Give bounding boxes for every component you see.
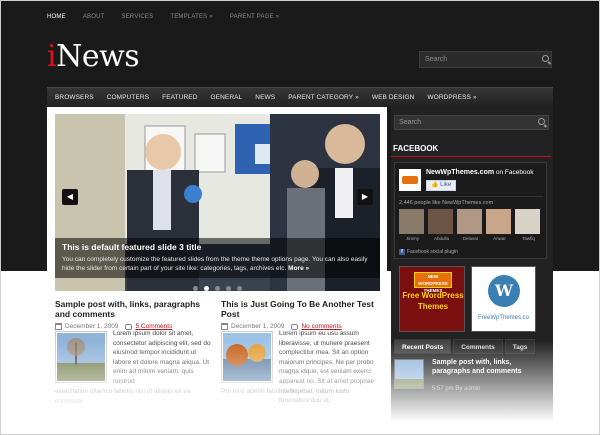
dropdown-arrow-icon: » bbox=[355, 94, 359, 101]
post-excerpt-continued: Pro hinc aperiri fabulas ut. bbox=[221, 388, 297, 395]
post-thumbnail[interactable] bbox=[221, 331, 273, 383]
search-placeholder: Search bbox=[425, 56, 448, 63]
slide-more-link[interactable]: More » bbox=[288, 265, 309, 272]
top-menu-item-templates[interactable]: TEMPLATES» bbox=[170, 9, 213, 25]
avatar bbox=[486, 209, 511, 234]
post-excerpt: Lorem ipsum dolor sit amet, consectetur … bbox=[113, 330, 211, 385]
post-date: December 1, 2009 bbox=[65, 323, 119, 330]
tab-tags[interactable]: Tags bbox=[504, 339, 536, 354]
header-search-input[interactable]: Search bbox=[419, 51, 552, 68]
facebook-page-name[interactable]: NewWpThemes.com on Facebook bbox=[426, 169, 533, 176]
site-logo[interactable]: iNews bbox=[47, 39, 140, 75]
facebook-fan[interactable]: Delavar bbox=[457, 209, 484, 241]
ad-banner-free-wordpress-themes[interactable]: NEW WORDPRESS THEMES Free WordPress Them… bbox=[399, 266, 465, 332]
widget-title-facebook: FACEBOOK bbox=[393, 144, 439, 153]
category-nav: BROWSERS COMPUTERS FEATURED GENERAL NEWS… bbox=[47, 87, 553, 107]
slider-dot[interactable] bbox=[215, 286, 220, 291]
facebook-icon: f bbox=[399, 249, 405, 255]
tab-comments[interactable]: Comments bbox=[453, 339, 503, 354]
facebook-fan[interactable]: Jimmy bbox=[399, 209, 426, 241]
facebook-fan[interactable]: Tawfiq bbox=[515, 209, 542, 241]
tab-recent-posts[interactable]: Recent Posts bbox=[394, 339, 452, 354]
ad-banner-freewpthemes[interactable]: W FreeWpThemes.co bbox=[471, 266, 536, 332]
nav-item-general[interactable]: GENERAL bbox=[211, 94, 243, 101]
logo-first-letter: i bbox=[47, 39, 57, 74]
ad-badge: NEW WORDPRESS THEMES bbox=[414, 272, 452, 293]
recent-post-thumbnail[interactable] bbox=[394, 359, 424, 389]
slide-description: You can completely customize the feature… bbox=[62, 256, 368, 272]
slider-dot[interactable] bbox=[237, 286, 242, 291]
featured-slider[interactable]: ◀ ▶ This is default featured slide 3 tit… bbox=[55, 114, 380, 291]
chevron-right-icon: ▶ bbox=[361, 192, 369, 201]
facebook-like-box: NewWpThemes.com on Facebook 👍 Like 2,446… bbox=[394, 162, 547, 259]
ad-line-2: Themes bbox=[417, 302, 449, 311]
sidebar: Search FACEBOOK NewWpThemes.com on Faceb… bbox=[391, 107, 553, 434]
top-menu-item-about[interactable]: ABOUT bbox=[83, 9, 105, 25]
dropdown-arrow-icon: » bbox=[209, 14, 213, 20]
avatar bbox=[457, 209, 482, 234]
search-icon[interactable] bbox=[538, 118, 545, 125]
post-title[interactable]: Sample post with, links, paragraphs and … bbox=[55, 299, 213, 319]
main-content: ◀ ▶ This is default featured slide 3 tit… bbox=[47, 107, 387, 434]
chevron-left-icon: ◀ bbox=[66, 192, 74, 201]
top-menu: HOME ABOUT SERVICES TEMPLATES» PARENT PA… bbox=[47, 9, 296, 25]
avatar bbox=[515, 209, 540, 234]
post-title[interactable]: This is Just Going To Be Another Test Po… bbox=[221, 299, 379, 319]
post-excerpt-continued: exercitation ullamco laboris nisi ut ali… bbox=[55, 388, 191, 405]
calendar-icon bbox=[55, 323, 62, 330]
facebook-plugin-label: f Facebook social plugin bbox=[399, 249, 458, 255]
nav-item-news[interactable]: NEWS bbox=[255, 94, 275, 101]
post-thumbnail[interactable] bbox=[55, 331, 107, 383]
recent-post-meta: 5:57 pm By admin bbox=[432, 386, 481, 392]
slider-dot[interactable] bbox=[193, 286, 198, 291]
search-placeholder: Search bbox=[399, 119, 422, 126]
dropdown-arrow-icon: » bbox=[275, 14, 280, 20]
ad-line-1: Free WordPress bbox=[402, 291, 464, 300]
widget-title-rule bbox=[391, 156, 551, 157]
sidebar-tabs: Recent Posts Comments Tags bbox=[394, 339, 549, 354]
post-date: December 1, 2009 bbox=[231, 323, 285, 330]
nav-item-featured[interactable]: FEATURED bbox=[162, 94, 197, 101]
thumbs-up-icon: 👍 bbox=[431, 182, 439, 188]
sidebar-search-input[interactable]: Search bbox=[394, 115, 549, 130]
wordpress-logo-icon: W bbox=[488, 275, 520, 307]
nav-item-browsers[interactable]: BROWSERS bbox=[55, 94, 94, 101]
facebook-faces: Jimmy Abdulla Delavar Anwar Tawfiq bbox=[399, 209, 544, 241]
facebook-page-avatar[interactable] bbox=[399, 169, 421, 191]
facebook-fan-count: 2,446 people like NewWpThemes.com bbox=[399, 200, 494, 206]
nav-item-computers[interactable]: COMPUTERS bbox=[107, 94, 149, 101]
facebook-fan[interactable]: Abdulla bbox=[428, 209, 455, 241]
top-menu-item-services[interactable]: SERVICES bbox=[121, 9, 153, 25]
nav-item-web-design[interactable]: WEB DESIGN bbox=[372, 94, 415, 101]
divider bbox=[399, 196, 543, 197]
slider-next-button[interactable]: ▶ bbox=[357, 189, 373, 205]
top-menu-item-home[interactable]: HOME bbox=[47, 9, 66, 25]
avatar bbox=[428, 209, 453, 234]
logo-text: News bbox=[56, 39, 140, 74]
post-card: Sample post with, links, paragraphs and … bbox=[55, 299, 213, 405]
slider-dot[interactable] bbox=[204, 286, 209, 291]
slider-prev-button[interactable]: ◀ bbox=[62, 189, 78, 205]
ad-text: FreeWpThemes.co bbox=[477, 315, 529, 321]
top-menu-item-parent-page[interactable]: PARENT PAGE» bbox=[230, 9, 279, 25]
slider-dot[interactable] bbox=[226, 286, 231, 291]
facebook-like-button[interactable]: 👍 Like bbox=[426, 180, 457, 191]
calendar-icon bbox=[221, 323, 228, 330]
dropdown-arrow-icon: » bbox=[472, 94, 477, 101]
facebook-fan[interactable]: Anwar bbox=[486, 209, 513, 241]
nav-item-parent-category[interactable]: PARENT CATEGORY» bbox=[288, 94, 359, 101]
browser-viewport: HOME ABOUT SERVICES TEMPLATES» PARENT PA… bbox=[0, 0, 600, 435]
avatar bbox=[399, 209, 424, 234]
slide-title[interactable]: This is default featured slide 3 title bbox=[62, 242, 373, 252]
search-icon[interactable] bbox=[542, 55, 549, 62]
slide-caption: This is default featured slide 3 title Y… bbox=[55, 238, 380, 278]
post-card: This is Just Going To Be Another Test Po… bbox=[221, 299, 379, 404]
nav-item-wordpress[interactable]: WORDPRESS» bbox=[427, 94, 476, 101]
recent-post-title[interactable]: Sample post with, links, paragraphs and … bbox=[432, 359, 549, 376]
slider-pagination bbox=[55, 286, 380, 291]
